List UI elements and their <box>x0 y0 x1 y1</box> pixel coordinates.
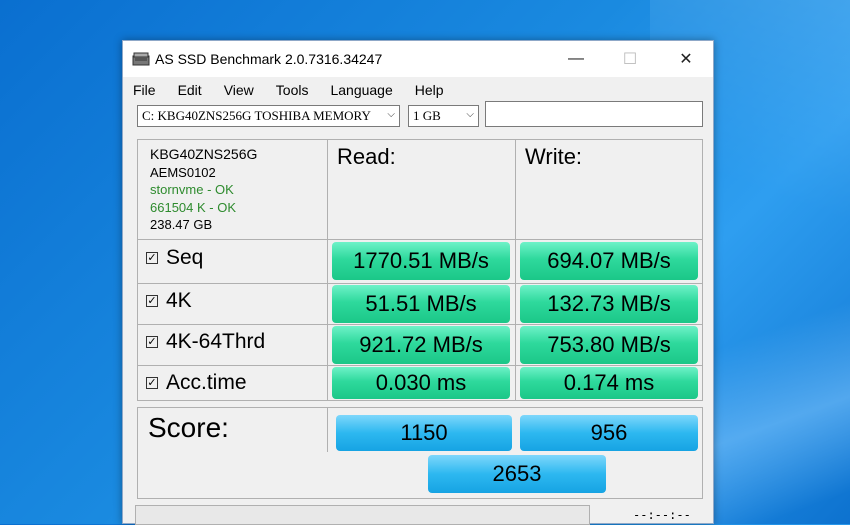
read-header: Read: <box>337 144 396 169</box>
divider <box>138 365 702 366</box>
acctime-read-result: 0.030 ms <box>332 367 510 399</box>
title-bar[interactable]: AS SSD Benchmark 2.0.7316.34247 — ☐ ✕ <box>123 41 713 77</box>
drive-capacity: 238.47 GB <box>150 217 213 232</box>
4k-write-result: 132.73 MB/s <box>520 285 698 323</box>
close-button[interactable]: ✕ <box>663 41 709 77</box>
divider <box>327 140 328 400</box>
divider <box>327 408 328 452</box>
seq-write-result: 694.07 MB/s <box>520 242 698 280</box>
menu-help[interactable]: Help <box>415 82 444 98</box>
row-4k64-toggle[interactable]: ✓ 4K-64Thrd <box>146 330 265 354</box>
divider <box>138 324 702 325</box>
window-title: AS SSD Benchmark 2.0.7316.34247 <box>155 51 383 67</box>
row-seq-label: Seq <box>166 246 204 269</box>
drive-select-value: C: KBG40ZNS256G TOSHIBA MEMORY <box>142 108 371 123</box>
4k-read-result: 51.51 MB/s <box>332 285 510 323</box>
row-4k-toggle[interactable]: ✓ 4K <box>146 289 192 313</box>
write-header: Write: <box>525 144 583 169</box>
toolbar: C: KBG40ZNS256G TOSHIBA MEMORY ⌵ 1 GB ⌵ <box>123 101 713 133</box>
maximize-icon: ☐ <box>622 51 638 68</box>
row-4k-label: 4K <box>166 289 192 312</box>
app-window: AS SSD Benchmark 2.0.7316.34247 — ☐ ✕ Fi… <box>122 40 714 525</box>
divider <box>138 283 702 284</box>
score-label: Score: <box>148 412 229 443</box>
row-acctime-label: Acc.time <box>166 371 247 394</box>
checkbox-icon[interactable]: ✓ <box>146 336 158 348</box>
menu-bar: File Edit View Tools Language Help <box>123 77 713 103</box>
menu-edit[interactable]: Edit <box>178 82 202 98</box>
progress-bar <box>135 505 590 525</box>
size-select[interactable]: 1 GB ⌵ <box>408 105 479 127</box>
path-input[interactable] <box>485 101 703 127</box>
elapsed-timer: --:--:-- <box>633 508 691 522</box>
write-score: 956 <box>520 415 698 451</box>
checkbox-icon[interactable]: ✓ <box>146 295 158 307</box>
maximize-button[interactable]: ☐ <box>607 41 653 77</box>
menu-tools[interactable]: Tools <box>276 82 309 98</box>
total-score: 2653 <box>428 455 606 493</box>
row-acctime-toggle[interactable]: ✓ Acc.time <box>146 371 247 395</box>
minimize-button[interactable]: — <box>553 41 599 77</box>
acctime-write-result: 0.174 ms <box>520 367 698 399</box>
divider <box>138 239 702 240</box>
size-select-value: 1 GB <box>413 108 441 123</box>
seq-read-result: 1770.51 MB/s <box>332 242 510 280</box>
drive-icon <box>132 52 150 66</box>
driver-status: stornvme - OK <box>150 182 234 197</box>
row-seq-toggle[interactable]: ✓ Seq <box>146 246 203 270</box>
close-icon: ✕ <box>679 51 693 68</box>
drive-firmware: AEMS0102 <box>150 164 216 180</box>
drive-info: KBG40ZNS256G AEMS0102 stornvme - OK 6615… <box>150 146 257 234</box>
score-panel: Score: 1150 956 2653 <box>137 407 703 499</box>
row-4k64-label: 4K-64Thrd <box>166 330 266 353</box>
minimize-icon: — <box>568 50 584 67</box>
4k64-read-result: 921.72 MB/s <box>332 326 510 364</box>
menu-file[interactable]: File <box>133 82 156 98</box>
4k64-write-result: 753.80 MB/s <box>520 326 698 364</box>
read-score: 1150 <box>336 415 512 451</box>
chevron-down-icon: ⌵ <box>385 109 395 120</box>
menu-language[interactable]: Language <box>330 82 392 98</box>
drive-select[interactable]: C: KBG40ZNS256G TOSHIBA MEMORY ⌵ <box>137 105 400 127</box>
checkbox-icon[interactable]: ✓ <box>146 252 158 264</box>
alignment-status: 661504 K - OK <box>150 199 236 215</box>
chevron-down-icon: ⌵ <box>466 109 474 120</box>
divider <box>515 140 516 400</box>
drive-model: KBG40ZNS256G <box>150 146 258 162</box>
menu-view[interactable]: View <box>224 82 254 98</box>
results-grid: KBG40ZNS256G AEMS0102 stornvme - OK 6615… <box>137 139 703 401</box>
checkbox-icon[interactable]: ✓ <box>146 377 158 389</box>
